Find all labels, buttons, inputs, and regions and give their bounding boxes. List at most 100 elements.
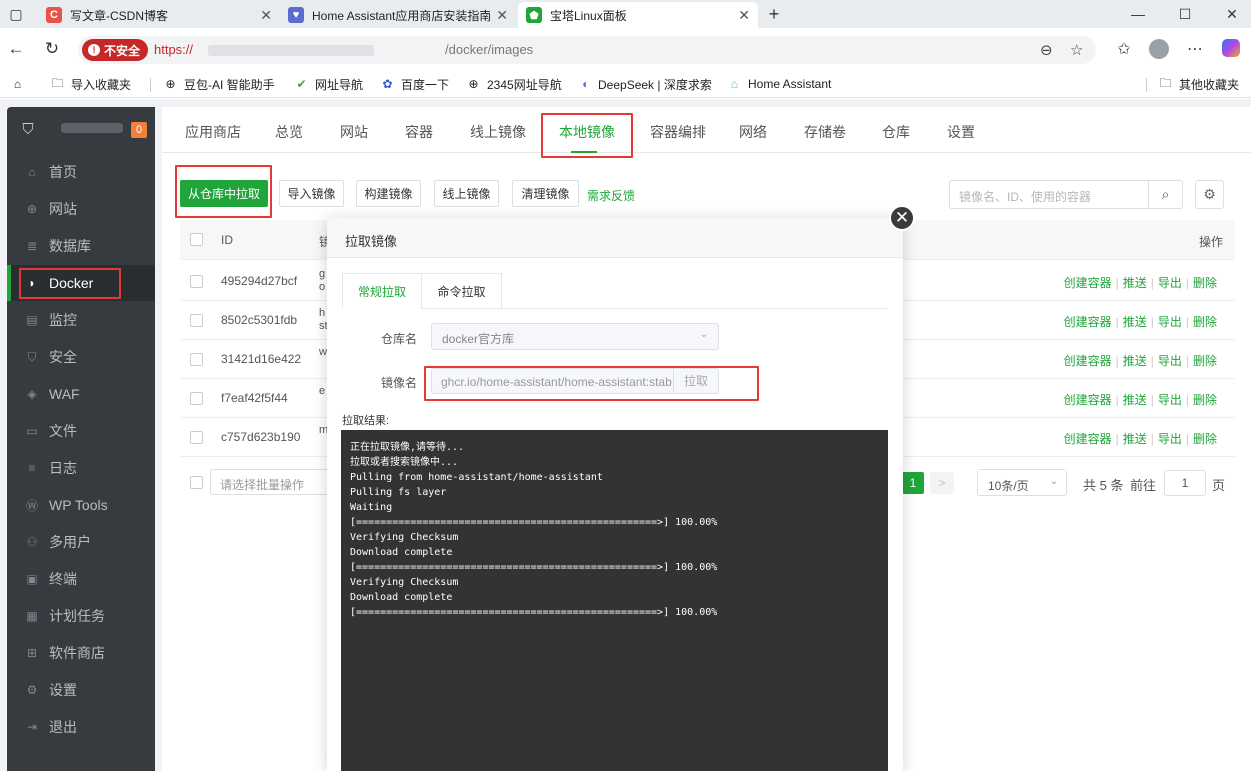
select-all-checkbox[interactable] [190,233,203,246]
create-container-link[interactable]: 创建容器 [1064,432,1112,446]
bookmark-other-favorites[interactable]: 🗀 其他收藏夹 [1158,75,1239,93]
profile-avatar-icon[interactable] [1148,39,1170,64]
batch-action-select[interactable]: 请选择批量操作 [210,469,330,495]
bookmark-hao123[interactable]: ✔ 网址导航 [294,75,363,93]
bookmark-import-favorites[interactable]: 🗀 导入收藏夹 [50,75,131,93]
feedback-link[interactable]: 需求反馈 [587,187,635,204]
close-icon[interactable]: ✕ [738,7,750,24]
export-link[interactable]: 导出 [1158,432,1182,446]
build-image-button[interactable]: 构建镜像 [356,180,421,207]
repo-select[interactable]: docker官方库 ⌄ [431,323,719,350]
export-link[interactable]: 导出 [1158,315,1182,329]
browser-tab-csdn[interactable]: C 写文章-CSDN博客 ✕ [38,2,280,28]
sidebar-item-退出[interactable]: ⇥ 退出 [7,709,155,745]
tab-5[interactable]: 本地镜像 [559,122,615,142]
tab-2[interactable]: 网站 [340,122,368,142]
sidebar-item-终端[interactable]: ▣ 终端 [7,561,155,597]
create-container-link[interactable]: 创建容器 [1064,315,1112,329]
tab-0[interactable]: 应用商店 [185,122,241,142]
zoom-icon[interactable]: ⊖ [1040,41,1053,59]
row-checkbox[interactable] [190,314,203,327]
minimize-icon[interactable]: — [1128,4,1148,24]
tab-1[interactable]: 总览 [275,122,303,142]
row-checkbox[interactable] [190,392,203,405]
export-link[interactable]: 导出 [1158,393,1182,407]
sidebar-item-监控[interactable]: ▤ 监控 [7,302,155,338]
delete-link[interactable]: 删除 [1193,354,1217,368]
sidebar-item-设置[interactable]: ⚙ 设置 [7,672,155,708]
sidebar-item-数据库[interactable]: ≣ 数据库 [7,228,155,264]
sidebar-item-日志[interactable]: ≡ 日志 [7,450,155,486]
push-link[interactable]: 推送 [1123,354,1147,368]
sidebar-item-文件[interactable]: ▭ 文件 [7,413,155,449]
maximize-icon[interactable]: ☐ [1175,4,1195,24]
bookmark-deepseek[interactable]: ◖ DeepSeek | 深度求索 [577,75,712,93]
clean-image-button[interactable]: 清理镜像 [512,180,579,207]
tab-8[interactable]: 存储卷 [804,122,846,142]
bookmark-baidu[interactable]: ✿ 百度一下 [380,75,449,93]
tab-normal-pull[interactable]: 常规拉取 [342,273,422,309]
pull-button[interactable]: 拉取 [673,368,719,394]
reload-icon[interactable]: ↻ [42,39,62,59]
sidebar-item-docker[interactable]: ◗ Docker [7,265,155,301]
search-icon[interactable]: ⌕ [1148,181,1182,208]
create-container-link[interactable]: 创建容器 [1064,276,1112,290]
gear-icon[interactable]: ⚙ [1195,180,1224,209]
push-link[interactable]: 推送 [1123,393,1147,407]
row-checkbox[interactable] [190,431,203,444]
pull-from-repo-button[interactable]: 从仓库中拉取 [180,180,268,207]
image-name-input[interactable]: ghcr.io/home-assistant/home-assistant:st… [431,368,674,394]
delete-link[interactable]: 删除 [1193,393,1217,407]
row-checkbox[interactable] [190,353,203,366]
sidebar-item-软件商店[interactable]: ⊞ 软件商店 [7,635,155,671]
online-image-button[interactable]: 线上镜像 [434,180,499,207]
export-link[interactable]: 导出 [1158,276,1182,290]
page-size-select[interactable]: 10条/页 ⌄ [977,469,1067,496]
favorite-star-icon[interactable]: ☆ [1070,41,1083,59]
goto-page-input[interactable]: 1 [1164,470,1206,496]
security-badge[interactable]: ! 不安全 [82,39,149,61]
create-container-link[interactable]: 创建容器 [1064,354,1112,368]
row-checkbox[interactable] [190,275,203,288]
sidebar-item-安全[interactable]: ⛉ 安全 [7,339,155,375]
bookmark-home-assistant[interactable]: ⌂ Home Assistant [727,75,832,93]
delete-link[interactable]: 删除 [1193,315,1217,329]
window-close-icon[interactable]: ✕ [1222,4,1242,24]
sidebar-item-wp-tools[interactable]: Ⓦ WP Tools [7,487,155,523]
delete-link[interactable]: 删除 [1193,432,1217,446]
copilot-icon[interactable] [1220,39,1242,62]
notification-badge[interactable]: 0 [131,122,147,138]
bookmark-2345[interactable]: ⊕ 2345网址导航 [466,75,561,93]
sidebar-item-waf[interactable]: ◈ WAF [7,376,155,412]
delete-link[interactable]: 删除 [1193,276,1217,290]
next-page-button[interactable]: > [930,472,954,494]
tab-6[interactable]: 容器编排 [650,122,706,142]
browser-tab-baota[interactable]: ⬟ 宝塔Linux面板 ✕ [518,2,758,28]
close-icon[interactable]: ✕ [496,7,508,24]
close-icon[interactable]: ✕ [260,7,272,24]
sidebar-item-计划任务[interactable]: ▦ 计划任务 [7,598,155,634]
export-link[interactable]: 导出 [1158,354,1182,368]
sidebar-item-首页[interactable]: ⌂ 首页 [7,154,155,190]
bookmark-import[interactable]: ⌂ [10,75,31,93]
import-image-button[interactable]: 导入镜像 [279,180,344,207]
push-link[interactable]: 推送 [1123,432,1147,446]
back-icon[interactable]: ← [6,39,26,59]
create-container-link[interactable]: 创建容器 [1064,393,1112,407]
url-field[interactable]: ! 不安全 https:// /docker/images ⊖ ☆ [78,36,1096,64]
tab-7[interactable]: 网络 [739,122,767,142]
more-menu-icon[interactable]: ⋯ [1184,39,1206,59]
image-search[interactable]: 镜像名、ID、使用的容器 ⌕ [949,180,1183,209]
window-menu-icon[interactable]: ▢ [6,4,26,24]
new-tab-icon[interactable]: + [764,4,784,24]
sidebar-item-网站[interactable]: ⊕ 网站 [7,191,155,227]
tab-4[interactable]: 线上镜像 [470,122,526,142]
footer-select-checkbox[interactable] [190,476,203,489]
push-link[interactable]: 推送 [1123,276,1147,290]
tab-10[interactable]: 设置 [947,122,975,142]
search-input[interactable]: 镜像名、ID、使用的容器 [959,188,1091,205]
tab-9[interactable]: 仓库 [882,122,910,142]
page-1-button[interactable]: 1 [902,472,924,494]
bookmark-doubao[interactable]: ⊕ 豆包-AI 智能助手 [163,75,274,93]
close-icon[interactable]: ✕ [889,205,915,231]
